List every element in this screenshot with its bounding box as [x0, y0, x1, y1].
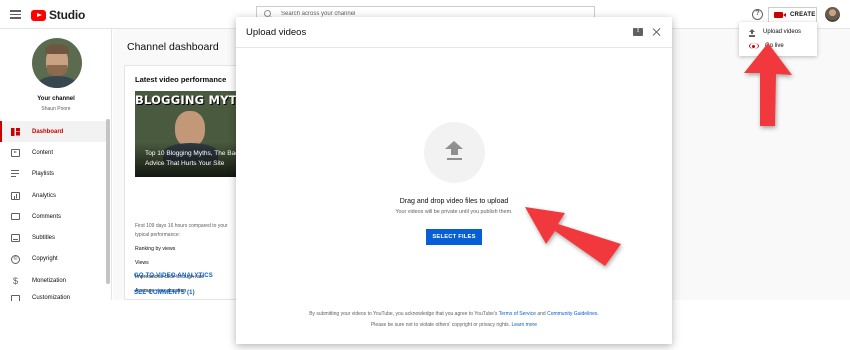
sidebar-item-comments[interactable]: Comments — [0, 206, 106, 227]
create-label: CREATE — [790, 12, 816, 18]
learn-more-link[interactable]: Learn more — [511, 322, 537, 328]
sidebar-item-content[interactable]: Content — [0, 142, 106, 163]
terms-notice: By submitting your videos to YouTube, yo… — [236, 311, 672, 317]
sidebar-item-copyright[interactable]: © Copyright — [0, 249, 106, 270]
upload-arrow-icon — [445, 141, 464, 164]
sidebar-nav: Dashboard Content Playlists Analytics Co… — [0, 121, 106, 302]
video-camera-icon — [774, 12, 786, 18]
go-to-video-analytics-link[interactable]: GO TO VIDEO ANALYTICS — [134, 273, 213, 279]
sidebar-item-label: Content — [32, 149, 54, 156]
sidebar-item-label: Subtitles — [32, 235, 56, 242]
sidebar-item-analytics[interactable]: Analytics — [0, 185, 106, 206]
sidebar: Your channel Shaun Poore Dashboard Conte… — [0, 29, 112, 302]
channel-title: Your channel — [37, 96, 75, 102]
content-icon — [11, 148, 20, 157]
subtitles-icon — [11, 234, 20, 243]
menu-item-label: Upload videos — [763, 29, 802, 35]
menu-icon[interactable] — [10, 10, 21, 19]
sidebar-item-customization[interactable]: Customization — [0, 291, 106, 302]
logo-text: Studio — [49, 8, 86, 22]
live-icon — [749, 43, 759, 49]
playlists-icon — [11, 170, 20, 179]
dialog-title: Upload videos — [246, 27, 307, 38]
see-comments-link[interactable]: SEE COMMENTS (1) — [134, 290, 195, 296]
metric-row: Ranking by views — [135, 246, 176, 252]
menu-item-label: Go live — [765, 43, 784, 49]
dialog-header: Upload videos — [236, 17, 672, 48]
monetization-icon: $ — [12, 275, 18, 286]
terms-text: and — [535, 311, 548, 317]
sidebar-item-label: Comments — [32, 213, 62, 220]
sidebar-item-subtitles[interactable]: Subtitles — [0, 227, 106, 248]
sidebar-item-label: Analytics — [32, 192, 57, 199]
card-title: Latest video performance — [135, 75, 227, 84]
sidebar-item-label: Monetization — [32, 277, 67, 284]
menu-item-upload-videos[interactable]: Upload videos — [739, 25, 817, 39]
terms-text: . — [597, 311, 599, 317]
sidebar-scrollbar[interactable] — [106, 119, 110, 284]
sidebar-item-label: Copyright — [32, 256, 58, 263]
privacy-note: Your videos will be private until you pu… — [395, 209, 513, 215]
studio-logo[interactable]: Studio — [31, 8, 85, 22]
sidebar-item-label: Customization — [32, 295, 71, 302]
sidebar-item-playlists[interactable]: Playlists — [0, 164, 106, 185]
drag-drop-text: Drag and drop video files to upload — [399, 198, 509, 205]
channel-name: Shaun Poore — [41, 106, 71, 112]
analytics-icon — [11, 191, 20, 200]
feedback-icon[interactable] — [633, 27, 643, 36]
latest-video-performance-card: Latest video performance BLOGGING MYTHS … — [124, 65, 253, 300]
terms-text: By submitting your videos to YouTube, yo… — [309, 311, 499, 317]
create-menu: Upload videos Go live — [739, 22, 817, 56]
copyright-icon: © — [11, 254, 20, 264]
terms-of-service-link[interactable]: Terms of Service — [499, 311, 536, 317]
search-icon — [264, 10, 271, 17]
channel-avatar[interactable] — [32, 38, 82, 88]
customization-icon — [11, 295, 20, 302]
sidebar-item-label: Dashboard — [32, 128, 64, 135]
account-avatar[interactable] — [825, 7, 840, 22]
upload-drop-target[interactable] — [424, 122, 485, 183]
metric-row: Views — [135, 260, 149, 266]
copyright-text: Please be sure not to violate others' co… — [370, 322, 512, 328]
upload-videos-dialog: Upload videos Drag and drop video files … — [236, 17, 672, 344]
youtube-logo-icon — [31, 9, 46, 21]
upload-icon — [749, 28, 755, 36]
sidebar-item-monetization[interactable]: $ Monetization — [0, 270, 106, 291]
dashboard-icon — [11, 127, 20, 136]
help-icon[interactable]: ? — [752, 9, 763, 20]
select-files-button[interactable]: SELECT FILES — [426, 229, 482, 245]
copyright-notice: Please be sure not to violate others' co… — [236, 322, 672, 328]
sidebar-item-label: Playlists — [32, 171, 55, 178]
close-icon[interactable] — [651, 27, 661, 37]
menu-item-go-live[interactable]: Go live — [739, 39, 817, 53]
create-button[interactable]: CREATE — [768, 7, 817, 23]
comments-icon — [11, 213, 20, 221]
page-title: Channel dashboard — [127, 41, 219, 53]
sidebar-item-dashboard[interactable]: Dashboard — [0, 121, 106, 143]
comparison-text: First 109 days 16 hours compared to your… — [135, 223, 228, 238]
video-title: Top 10 Blogging Myths, The Bad Advice Th… — [145, 150, 239, 167]
community-guidelines-link[interactable]: Community Guidelines — [547, 311, 597, 317]
